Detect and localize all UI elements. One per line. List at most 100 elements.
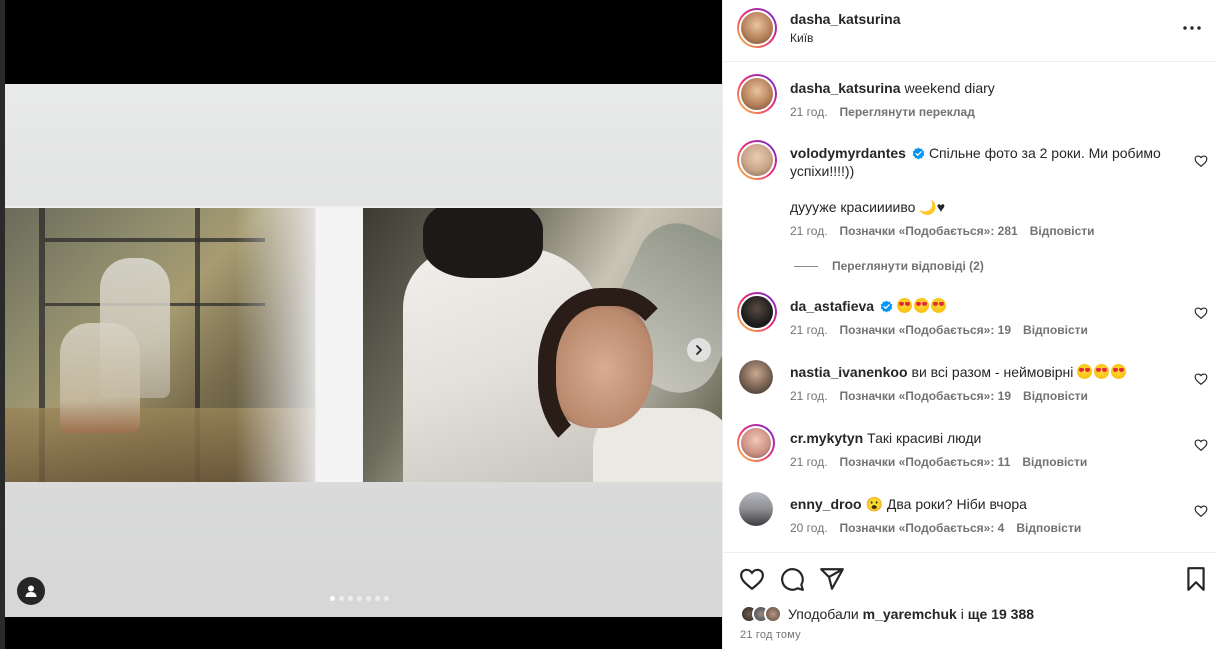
reply-button[interactable]: Відповісти xyxy=(1016,521,1081,535)
more-horizontal-icon xyxy=(1183,26,1201,30)
comment-likes[interactable]: Позначки «Подобається»: 4 xyxy=(840,521,1005,535)
comment-text: volodymyrdantes Спільне фото за 2 роки. М… xyxy=(790,144,1180,180)
heart-icon[interactable] xyxy=(1194,438,1208,452)
comment-username[interactable]: cr.mykytyn xyxy=(790,430,863,446)
comment-body: дуууже красииииво 🌙♥ xyxy=(790,199,946,215)
likes-text: Уподобали m_yaremchuk і ще 19 388 xyxy=(788,606,1034,622)
heart-eyes-emoji-icon xyxy=(1111,364,1127,379)
comment-avatar[interactable] xyxy=(737,424,775,462)
comment-text: nastia_ivanenkoo ви всі разом - неймовірн… xyxy=(790,363,1190,381)
heart-eyes-emoji-icon xyxy=(897,298,913,313)
comment-meta: 21 год. Позначки «Подобається»: 19 Відпо… xyxy=(790,389,1088,403)
caption-text: dasha_katsurina weekend diary xyxy=(790,79,1190,97)
carousel-dot xyxy=(375,596,380,601)
carousel-dot xyxy=(384,596,389,601)
comment-meta: 21 год. Позначки «Подобається»: 11 Відпо… xyxy=(790,455,1087,469)
reply-button[interactable]: Відповісти xyxy=(1030,224,1095,238)
comment-avatar[interactable] xyxy=(739,360,773,394)
heart-eyes-emoji-icon xyxy=(1077,364,1093,379)
heart-eyes-emoji-icon xyxy=(1094,364,1110,379)
carousel-dot xyxy=(339,596,344,601)
comment-time: 20 год. xyxy=(790,521,828,535)
liked-by-user[interactable]: m_yaremchuk xyxy=(863,606,957,622)
post-photo[interactable] xyxy=(5,84,722,617)
comment-avatar[interactable] xyxy=(737,292,777,332)
chevron-right-icon xyxy=(696,345,702,355)
comment-meta: 20 год. Позначки «Подобається»: 4 Відпов… xyxy=(790,521,1081,535)
comment-meta: 21 год. Позначки «Подобається»: 19 Відпо… xyxy=(790,323,1088,337)
carousel-dot xyxy=(357,596,362,601)
comment-username[interactable]: da_astafieva xyxy=(790,298,874,314)
carousel-dot-active xyxy=(330,596,335,601)
photo-gap xyxy=(317,208,363,482)
see-translation-link[interactable]: Переглянути переклад xyxy=(840,105,975,119)
view-replies-button[interactable]: Переглянути відповіді (2) xyxy=(794,259,984,273)
user-tags-button[interactable] xyxy=(17,577,45,605)
liked-by-prefix: Уподобали xyxy=(788,606,859,622)
post-media xyxy=(0,0,722,649)
comment-avatar[interactable] xyxy=(739,492,773,526)
photo-print-left xyxy=(5,208,315,482)
comment-meta: 21 год. Позначки «Подобається»: 281 Відп… xyxy=(790,224,1095,238)
heart-icon[interactable] xyxy=(1194,372,1208,386)
comment-text: da_astafieva xyxy=(790,297,1190,315)
carousel-dot xyxy=(348,596,353,601)
caption-body: weekend diary xyxy=(904,80,995,96)
caption-time: 21 год. xyxy=(790,105,828,119)
comment-time: 21 год. xyxy=(790,224,828,238)
comment-body: 😮 Два роки? Ніби вчора xyxy=(865,496,1027,512)
heart-icon[interactable] xyxy=(1194,154,1208,168)
comment-time: 21 год. xyxy=(790,455,828,469)
post-header: dasha_katsurina Київ xyxy=(723,0,1217,62)
comment-text: cr.mykytyn Такі красиві люди xyxy=(790,429,1190,447)
reply-button[interactable]: Відповісти xyxy=(1022,455,1087,469)
liked-by-count[interactable]: ще 19 388 xyxy=(968,606,1034,622)
carousel-next-button[interactable] xyxy=(687,338,711,362)
carousel-indicator xyxy=(330,596,389,601)
verified-badge-icon xyxy=(880,300,893,313)
comment-text: дуууже красииииво 🌙♥ xyxy=(790,198,1190,216)
comment-likes[interactable]: Позначки «Подобається»: 11 xyxy=(840,455,1011,469)
heart-eyes-emoji-icon xyxy=(914,298,930,313)
liker-avatar xyxy=(764,605,782,623)
comment-username[interactable]: enny_droo xyxy=(790,496,862,512)
caption-username[interactable]: dasha_katsurina xyxy=(790,80,901,96)
user-tag-icon xyxy=(25,585,37,597)
replies-dash xyxy=(794,265,818,267)
comment-likes[interactable]: Позначки «Подобається»: 19 xyxy=(840,323,1011,337)
post-timestamp: 21 год тому xyxy=(740,629,801,641)
comments-list: dasha_katsurina weekend diary 21 год. Пер… xyxy=(723,62,1217,552)
author-username[interactable]: dasha_katsurina xyxy=(790,11,901,27)
photo-print-right xyxy=(363,208,722,482)
comment-time: 21 год. xyxy=(790,389,828,403)
caption-avatar[interactable] xyxy=(737,74,777,114)
comment-likes[interactable]: Позначки «Подобається»: 19 xyxy=(840,389,1011,403)
comment-username[interactable]: nastia_ivanenkoo xyxy=(790,364,908,380)
reply-button[interactable]: Відповісти xyxy=(1023,389,1088,403)
view-replies-label[interactable]: Переглянути відповіді (2) xyxy=(832,259,984,273)
comment-avatar[interactable] xyxy=(737,140,777,180)
heart-icon[interactable] xyxy=(739,566,765,592)
author-avatar[interactable] xyxy=(737,8,777,48)
liked-by-suffix: і xyxy=(960,606,964,622)
heart-icon[interactable] xyxy=(1194,306,1208,320)
heart-icon[interactable] xyxy=(1194,504,1208,518)
comment-username[interactable]: volodymyrdantes xyxy=(790,145,906,161)
post-location[interactable]: Київ xyxy=(790,31,813,45)
comment-body: Такі красиві люди xyxy=(867,430,982,446)
comment-likes[interactable]: Позначки «Подобається»: 281 xyxy=(840,224,1018,238)
more-options-button[interactable] xyxy=(1180,16,1204,40)
caption-meta: 21 год. Переглянути переклад xyxy=(790,105,975,119)
carousel-dot xyxy=(366,596,371,601)
comment-time: 21 год. xyxy=(790,323,828,337)
likes-summary[interactable]: Уподобали m_yaremchuk і ще 19 388 xyxy=(740,605,1034,623)
heart-eyes-emoji-icon xyxy=(931,298,947,313)
comment-text: enny_droo 😮 Два роки? Ніби вчора xyxy=(790,495,1190,513)
paper-plane-icon[interactable] xyxy=(819,566,845,592)
verified-badge-icon xyxy=(912,147,925,160)
comment-icon[interactable] xyxy=(779,566,805,592)
bookmark-icon[interactable] xyxy=(1183,566,1209,592)
reply-button[interactable]: Відповісти xyxy=(1023,323,1088,337)
post-panel: dasha_katsurina Київ dasha_katsurina week… xyxy=(722,0,1217,649)
comment-body: ви всі разом - неймовірні xyxy=(911,364,1074,380)
